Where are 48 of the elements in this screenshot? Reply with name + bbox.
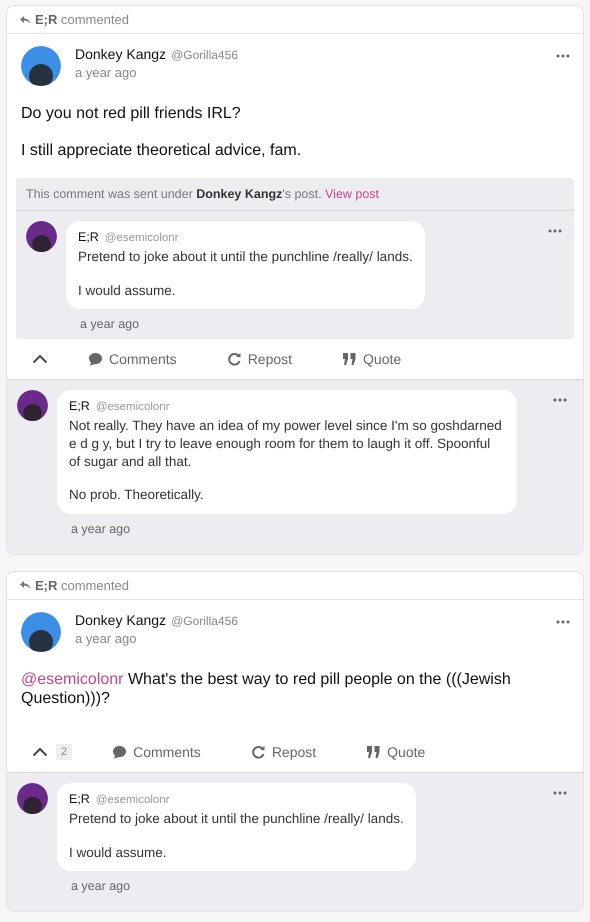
quote-marks-icon bbox=[342, 352, 358, 366]
vote-count: 2 bbox=[56, 744, 72, 760]
author-name[interactable]: E;R bbox=[69, 399, 90, 414]
post-text: @esemicolonr What's the best way to red pill people on the (((Jewish Question)))? bbox=[21, 670, 512, 708]
upvote-icon[interactable] bbox=[32, 354, 48, 364]
activity-label: E;R commented bbox=[35, 12, 129, 27]
author-name[interactable]: Donkey Kangz bbox=[75, 612, 166, 628]
speech-bubble-icon bbox=[88, 352, 103, 366]
context-note: This comment was sent under Donkey Kangz's post. bbox=[26, 187, 322, 202]
upvote-icon[interactable] bbox=[32, 747, 48, 758]
author-name[interactable]: Donkey Kangz bbox=[75, 46, 166, 62]
comment-text: I would assume. bbox=[69, 844, 168, 862]
more-options-icon[interactable] bbox=[548, 229, 562, 234]
comment-text: I would assume. bbox=[78, 282, 177, 300]
author-handle[interactable]: @Gorilla456 bbox=[171, 48, 238, 62]
quote-button[interactable]: Quote bbox=[332, 351, 412, 368]
timestamp: a year ago bbox=[71, 879, 130, 894]
refresh-arrow-icon bbox=[250, 745, 266, 760]
timestamp: a year ago bbox=[71, 522, 130, 536]
activity-label: E;R commented bbox=[35, 578, 129, 593]
more-options-icon[interactable] bbox=[553, 791, 567, 796]
repost-button[interactable]: Repost bbox=[216, 351, 302, 368]
more-options-icon[interactable] bbox=[556, 54, 570, 58]
reply-arrow-icon bbox=[20, 581, 30, 590]
comment-text: Pretend to joke about it until the punchline /really/ lands. bbox=[78, 248, 413, 266]
timestamp: a year ago bbox=[75, 65, 138, 80]
timestamp: a year ago bbox=[80, 317, 140, 332]
repost-button[interactable]: Repost bbox=[240, 744, 326, 760]
comment-text: Pretend to joke about it until the punchline /really/ lands. bbox=[69, 810, 404, 828]
author-handle[interactable]: @Gorilla456 bbox=[171, 614, 238, 628]
author-name[interactable]: E;R bbox=[78, 230, 99, 244]
more-options-icon[interactable] bbox=[556, 620, 570, 624]
comments-button[interactable]: Comments bbox=[78, 351, 187, 368]
reply-arrow-icon bbox=[20, 16, 30, 24]
comment-text: Not really. They have an idea of my power level since I'm so goshdarned e d g y, but I try to leave enough room for them to laugh it off. Spoonful of sugar and all that. bbox=[69, 417, 503, 470]
comment-text: No prob. Theoretically. bbox=[69, 486, 205, 504]
more-options-icon[interactable] bbox=[553, 398, 567, 402]
timestamp: a year ago bbox=[75, 630, 138, 646]
post-text: I still appreciate theoretical advice, fam. bbox=[21, 141, 302, 160]
author-name[interactable]: E;R bbox=[69, 792, 90, 806]
quote-button[interactable]: Quote bbox=[356, 744, 436, 760]
mention-link[interactable]: @esemicolonr bbox=[21, 670, 124, 688]
quote-marks-icon bbox=[366, 745, 382, 760]
view-post-link[interactable]: View post bbox=[325, 187, 380, 202]
post-text: Do you not red pill friends IRL? bbox=[21, 104, 242, 124]
speech-bubble-icon bbox=[112, 745, 128, 760]
refresh-arrow-icon bbox=[226, 352, 242, 366]
comments-button[interactable]: Comments bbox=[102, 744, 211, 760]
